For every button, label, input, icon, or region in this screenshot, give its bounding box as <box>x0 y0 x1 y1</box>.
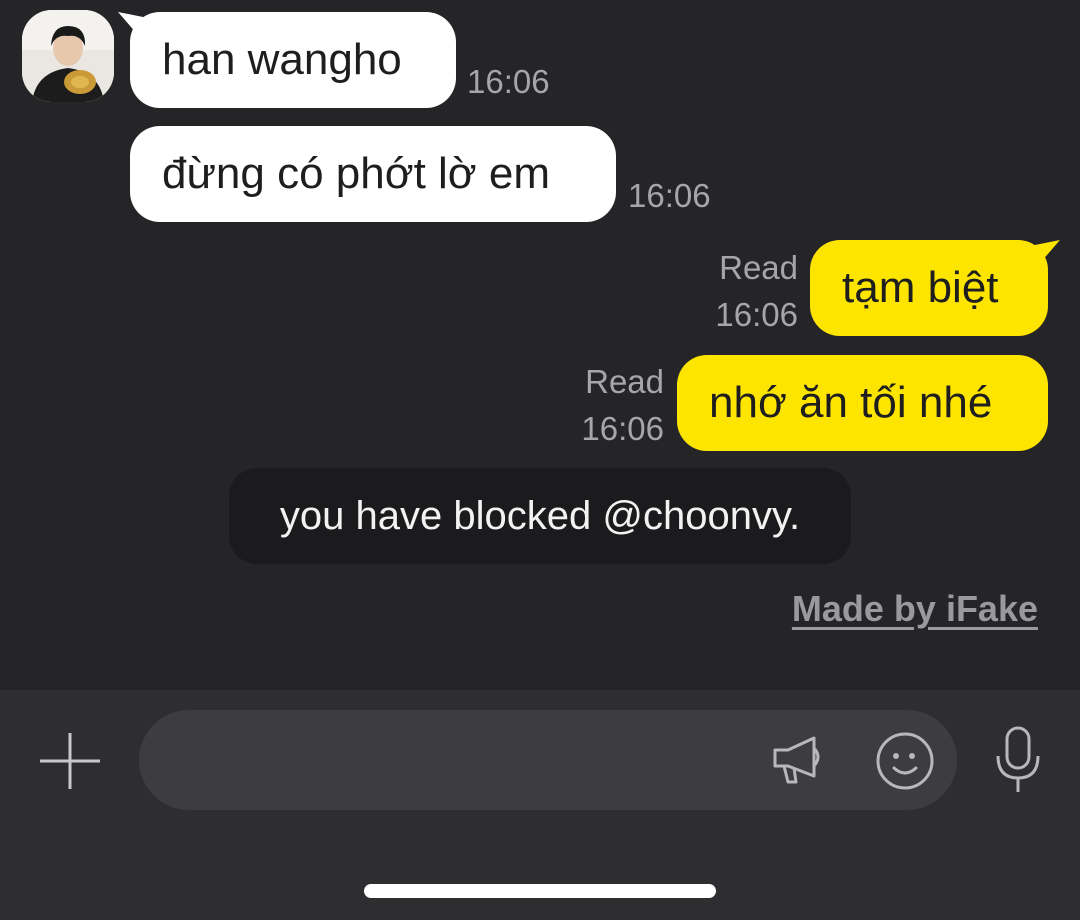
system-notice-text: you have blocked @choonvy. <box>279 494 801 538</box>
message-timestamp: 16:06 <box>467 63 550 100</box>
contact-avatar[interactable] <box>22 10 114 102</box>
message-bubble-outgoing[interactable]: tạm biệt <box>810 240 1048 336</box>
read-status: Read <box>585 363 664 400</box>
read-status: Read <box>719 249 798 286</box>
message-bubble-outgoing[interactable]: nhớ ăn tối nhé <box>677 355 1048 451</box>
message-timestamp: 16:06 <box>581 410 664 447</box>
message-input-field[interactable] <box>139 710 957 812</box>
emoji-icon[interactable] <box>874 730 936 792</box>
message-text: nhớ ăn tối nhé <box>709 378 993 427</box>
home-indicator[interactable] <box>364 884 716 898</box>
profile-photo-icon <box>22 10 114 102</box>
message-text: han wangho <box>162 35 402 84</box>
bubble-tail <box>1030 240 1060 270</box>
message-timestamp: 16:06 <box>715 296 798 333</box>
message-bubble-incoming[interactable]: đừng có phớt lờ em <box>130 126 616 222</box>
system-notice: you have blocked @choonvy. <box>229 468 851 564</box>
chat-area[interactable]: han wangho 16:06 đừng có phớt lờ em 16:0… <box>0 0 1080 690</box>
message-bubble-incoming[interactable]: han wangho <box>130 12 456 108</box>
message-input[interactable] <box>175 710 759 812</box>
message-text: tạm biệt <box>842 263 999 312</box>
message-meta: Read 16:06 <box>715 244 798 338</box>
microphone-icon[interactable] <box>994 726 1042 794</box>
message-timestamp: 16:06 <box>628 177 711 214</box>
plus-icon[interactable] <box>38 731 102 791</box>
message-text: đừng có phớt lờ em <box>162 149 551 198</box>
megaphone-icon[interactable] <box>770 732 824 786</box>
message-meta: Read 16:06 <box>581 358 664 452</box>
watermark-link[interactable]: Made by iFake <box>792 588 1038 630</box>
